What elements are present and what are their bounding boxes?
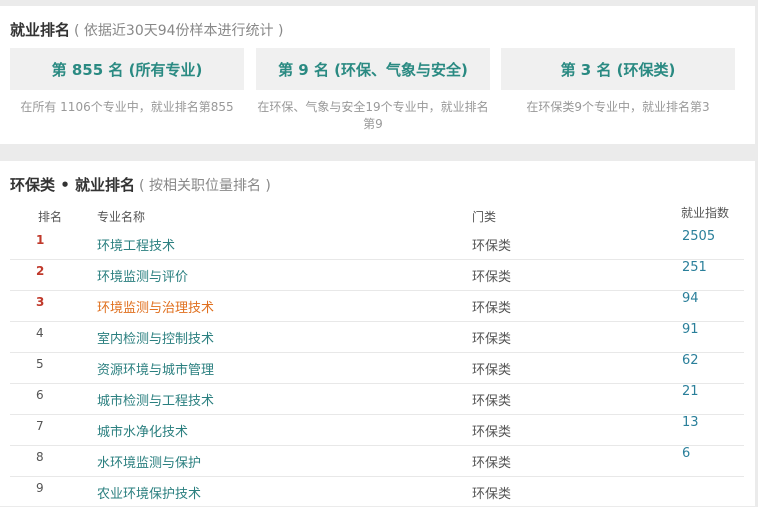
- row-rank: 6: [36, 388, 44, 402]
- major-link[interactable]: 资源环境与城市管理: [97, 359, 214, 378]
- row-index: 251: [682, 260, 707, 275]
- table-row: 8 水环境监测与保护 环保类 6: [10, 445, 744, 477]
- header-name: 专业名称: [97, 210, 146, 224]
- rank-desc-all-majors: 在所有 1106个专业中，就业排名第855: [20, 100, 234, 114]
- row-rank: 9: [36, 481, 44, 495]
- employment-rank-panel: 就业排名( 依据近30天94份样本进行统计 ) 第 855 名 (所有专业) 第…: [0, 6, 755, 144]
- row-index: 94: [682, 291, 699, 306]
- row-category: 环保类: [472, 270, 512, 285]
- row-rank: 3: [36, 295, 45, 309]
- row-rank: 5: [36, 357, 44, 371]
- major-link[interactable]: 环境监测与评价: [97, 266, 188, 285]
- row-category: 环保类: [472, 363, 512, 378]
- row-category: 环保类: [472, 425, 512, 440]
- major-link[interactable]: 室内检测与控制技术: [97, 328, 214, 347]
- table-row: 2 环境监测与评价 环保类 251: [10, 259, 744, 291]
- header-category: 门类: [472, 210, 497, 224]
- row-index: 13: [682, 415, 699, 430]
- table-row: 3 环境监测与治理技术 环保类 94: [10, 290, 744, 322]
- section-title: 就业排名( 依据近30天94份样本进行统计 ): [10, 19, 283, 40]
- major-link-current[interactable]: 环境监测与治理技术: [97, 297, 214, 316]
- ranking-title-text: 环保类 • 就业排名: [10, 176, 136, 194]
- row-index: 2505: [682, 229, 716, 244]
- row-rank: 2: [36, 264, 45, 278]
- ranking-title: 环保类 • 就业排名( 按相关职位量排名 ): [10, 174, 271, 195]
- table-row: 9 农业环境保护技术 环保类: [10, 476, 744, 507]
- major-link[interactable]: 农业环境保护技术: [97, 483, 201, 502]
- table-row: 7 城市水净化技术 环保类 13: [10, 414, 744, 446]
- row-index: 6: [682, 446, 691, 461]
- table-row: 4 室内检测与控制技术 环保类 91: [10, 321, 744, 353]
- row-category: 环保类: [472, 394, 512, 409]
- section-subtitle: ( 依据近30天94份样本进行统计 ): [74, 23, 284, 39]
- rank-desc-subject-group: 在环保、气象与安全19个专业中，就业排名第9: [257, 100, 489, 131]
- row-rank: 1: [36, 233, 45, 247]
- major-link[interactable]: 环境工程技术: [97, 235, 175, 254]
- major-link[interactable]: 城市检测与工程技术: [97, 390, 214, 409]
- row-category: 环保类: [472, 332, 512, 347]
- row-index: 91: [682, 322, 699, 337]
- row-category: 环保类: [472, 487, 512, 502]
- row-category: 环保类: [472, 239, 512, 254]
- row-category: 环保类: [472, 456, 512, 471]
- ranking-subtitle: ( 按相关职位量排名 ): [139, 178, 271, 194]
- table-row: 6 城市检测与工程技术 环保类 21: [10, 383, 744, 415]
- section-title-text: 就业排名: [10, 21, 71, 39]
- header-index: 就业指数: [681, 206, 730, 220]
- header-rank: 排名: [38, 210, 63, 224]
- rank-box-category: 第 3 名 (环保类): [501, 48, 735, 90]
- table-row: 1 环境工程技术 环保类 2505: [10, 228, 744, 260]
- table-row: 5 资源环境与城市管理 环保类 62: [10, 352, 744, 384]
- row-index: 21: [682, 384, 699, 399]
- row-index: 62: [682, 353, 699, 368]
- category-ranking-panel: 环保类 • 就业排名( 按相关职位量排名 ) 排名 专业名称 门类 就业指数 1…: [0, 161, 755, 506]
- row-rank: 7: [36, 419, 44, 433]
- row-rank: 4: [36, 326, 44, 340]
- major-link[interactable]: 水环境监测与保护: [97, 452, 201, 471]
- major-link[interactable]: 城市水净化技术: [97, 421, 188, 440]
- rank-desc-category: 在环保类9个专业中，就业排名第3: [526, 100, 710, 114]
- rank-box-all-majors: 第 855 名 (所有专业): [10, 48, 244, 90]
- row-category: 环保类: [472, 301, 512, 316]
- rank-box-subject-group: 第 9 名 (环保、气象与安全): [256, 48, 490, 90]
- row-rank: 8: [36, 450, 44, 464]
